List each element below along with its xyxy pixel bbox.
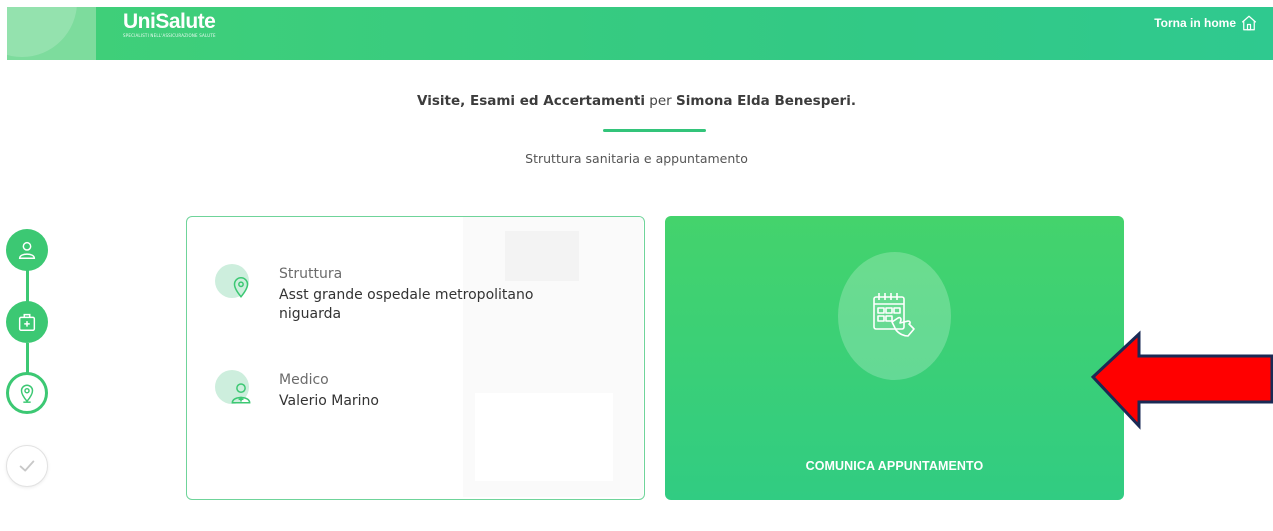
medico-label: Medico xyxy=(279,372,329,388)
home-link[interactable]: Torna in home xyxy=(1154,14,1258,32)
location-pin-icon xyxy=(20,384,34,403)
appointment-info-card: Struttura Asst grande ospedale metropoli… xyxy=(186,216,645,500)
page-title: Visite, Esami ed Accertamenti per Simona… xyxy=(0,93,1273,109)
title-underline xyxy=(603,129,706,132)
doctor-icon xyxy=(231,383,251,404)
title-service: Visite, Esami ed Accertamenti xyxy=(417,93,646,109)
step-location[interactable] xyxy=(6,372,48,414)
struttura-row: Struttura Asst grande ospedale metropoli… xyxy=(215,264,579,324)
medico-row: Medico Valerio Marino xyxy=(215,370,379,411)
page-subtitle: Struttura sanitaria e appuntamento xyxy=(525,151,748,166)
struttura-label: Struttura xyxy=(279,266,343,282)
stepper-connector xyxy=(26,343,29,373)
medico-value: Valerio Marino xyxy=(279,393,379,409)
header-side-panel xyxy=(7,7,96,60)
checkmark-icon xyxy=(19,460,35,472)
unisalute-logo[interactable]: UniSalute SPECIALISTI NELL'ASSICURAZIONE… xyxy=(123,10,216,39)
comunica-appuntamento-label: COMUNICA APPUNTAMENTO xyxy=(805,459,984,473)
red-arrow-annotation xyxy=(1090,330,1273,430)
action-icon-circle xyxy=(838,252,951,380)
page-root: UniSalute SPECIALISTI NELL'ASSICURAZIONE… xyxy=(0,0,1273,531)
title-patient-name: Simona Elda Benesperi. xyxy=(676,93,856,109)
header-main xyxy=(96,7,1273,60)
title-connector: per xyxy=(645,93,677,109)
step-medical[interactable] xyxy=(6,301,48,343)
comunica-appuntamento-button[interactable]: COMUNICA APPUNTAMENTO xyxy=(665,216,1124,500)
home-icon xyxy=(1241,15,1257,31)
step-user[interactable] xyxy=(6,229,48,271)
struttura-value: Asst grande ospedale metropolitano nigua… xyxy=(279,287,534,322)
struttura-icon-wrap xyxy=(215,264,253,304)
medico-icon-wrap xyxy=(215,370,253,410)
home-link-label: Torna in home xyxy=(1154,16,1236,30)
location-pin-icon xyxy=(233,277,249,298)
brand-name: UniSalute xyxy=(123,10,216,33)
stepper-connector xyxy=(26,270,29,302)
background-decoration xyxy=(475,393,613,481)
brand-tagline: SPECIALISTI NELL'ASSICURAZIONE SALUTE xyxy=(123,33,216,38)
user-icon xyxy=(18,241,36,259)
step-confirm[interactable] xyxy=(6,445,48,487)
calendar-touch-icon xyxy=(872,293,915,337)
medical-kit-icon xyxy=(18,313,36,331)
